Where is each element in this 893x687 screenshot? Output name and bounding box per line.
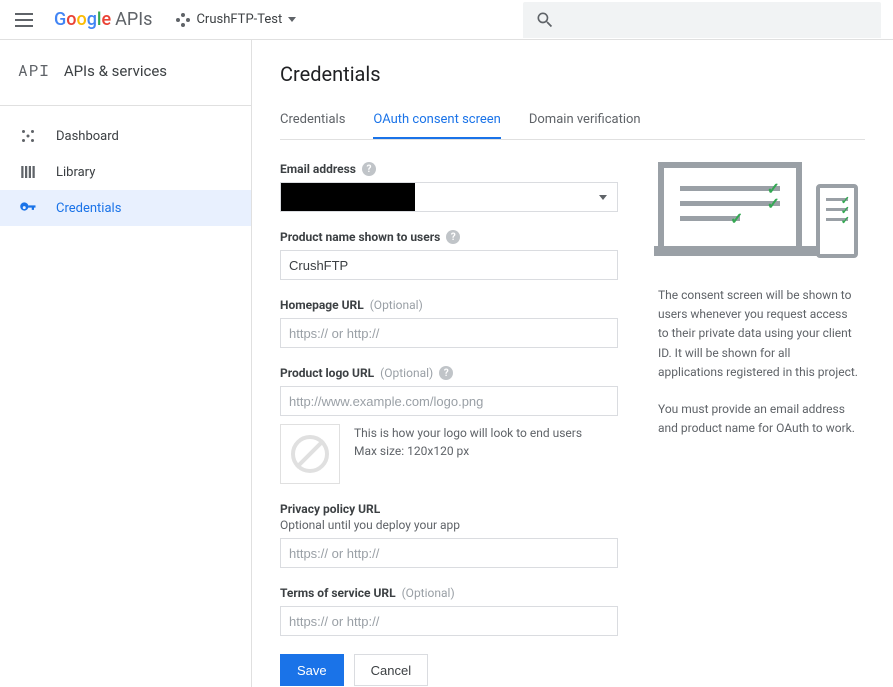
help-icon[interactable]: ?	[446, 230, 460, 244]
help-icon[interactable]: ?	[439, 366, 453, 380]
page-title: Credentials	[280, 62, 865, 86]
optional-text: (Optional)	[370, 298, 423, 312]
optional-text: (Optional)	[380, 366, 433, 380]
help-icon[interactable]: ?	[362, 162, 376, 176]
form-column: Email address ? Product name shown to us…	[280, 162, 618, 686]
sidebar-header: API APIs & services	[0, 40, 251, 106]
nav-label: Credentials	[56, 201, 121, 216]
info-column: ✓ ✓ ✓ ✓ ✓ ✓ The consent scre	[658, 162, 858, 686]
cancel-button[interactable]: Cancel	[354, 654, 428, 686]
tos-input[interactable]	[280, 606, 618, 636]
logo-hint-size: Max size: 120x120 px	[354, 442, 582, 460]
privacy-sublabel: Optional until you deploy your app	[280, 518, 618, 532]
save-button[interactable]: Save	[280, 654, 344, 686]
caret-down-icon	[288, 17, 296, 22]
field-tos: Terms of service URL (Optional)	[280, 586, 618, 636]
search-bar[interactable]	[523, 2, 881, 38]
sidebar-title: APIs & services	[64, 62, 167, 80]
nav-library[interactable]: Library	[0, 154, 251, 190]
project-name: CrushFTP-Test	[196, 12, 282, 27]
nav-credentials[interactable]: Credentials	[0, 190, 251, 226]
consent-illustration: ✓ ✓ ✓ ✓ ✓ ✓	[658, 162, 858, 262]
privacy-label: Privacy policy URL	[280, 502, 380, 516]
tos-label: Terms of service URL	[280, 586, 396, 600]
homepage-label: Homepage URL	[280, 298, 364, 312]
project-icon	[176, 13, 190, 27]
tab-credentials[interactable]: Credentials	[280, 112, 345, 139]
nav-dashboard[interactable]: Dashboard	[0, 118, 251, 154]
info-paragraph-1: The consent screen will be shown to user…	[658, 286, 858, 382]
nav-label: Dashboard	[56, 129, 119, 144]
product-name-input[interactable]	[280, 250, 618, 280]
sidebar: API APIs & services Dashboard Library	[0, 40, 252, 687]
nav-label: Library	[56, 165, 95, 180]
logo-url-input[interactable]	[280, 386, 618, 416]
field-product-name: Product name shown to users ?	[280, 230, 618, 280]
logo-suffix: APIs	[115, 9, 152, 30]
info-paragraph-2: You must provide an email address and pr…	[658, 400, 858, 438]
google-apis-logo[interactable]: Google APIs	[54, 9, 152, 30]
api-mark: API	[18, 60, 50, 81]
logo-preview	[280, 424, 340, 484]
logo-url-label: Product logo URL	[280, 366, 374, 380]
tabs: Credentials OAuth consent screen Domain …	[280, 112, 865, 140]
library-icon	[18, 163, 38, 181]
main-content: Credentials Credentials OAuth consent sc…	[252, 40, 893, 687]
homepage-input[interactable]	[280, 318, 618, 348]
optional-text: (Optional)	[402, 586, 455, 600]
field-email: Email address ?	[280, 162, 618, 212]
field-privacy: Privacy policy URL Optional until you de…	[280, 502, 618, 568]
menu-icon[interactable]	[12, 8, 36, 32]
dashboard-icon	[18, 127, 38, 145]
no-image-icon	[291, 435, 329, 473]
nav: Dashboard Library Credentials	[0, 106, 251, 226]
tab-oauth-consent[interactable]: OAuth consent screen	[373, 112, 500, 139]
project-picker[interactable]: CrushFTP-Test	[170, 8, 302, 31]
email-select[interactable]	[280, 182, 618, 212]
caret-down-icon	[599, 195, 607, 200]
privacy-input[interactable]	[280, 538, 618, 568]
key-icon	[18, 199, 38, 217]
logo-hint: This is how your logo will look to end u…	[354, 424, 582, 442]
email-value-redacted	[281, 183, 415, 211]
tab-domain-verification[interactable]: Domain verification	[529, 112, 641, 139]
field-homepage: Homepage URL (Optional)	[280, 298, 618, 348]
search-icon	[535, 10, 555, 30]
email-label: Email address	[280, 162, 356, 176]
top-bar: Google APIs CrushFTP-Test	[0, 0, 893, 40]
field-logo-url: Product logo URL (Optional) ? This is ho…	[280, 366, 618, 484]
product-label: Product name shown to users	[280, 230, 440, 244]
